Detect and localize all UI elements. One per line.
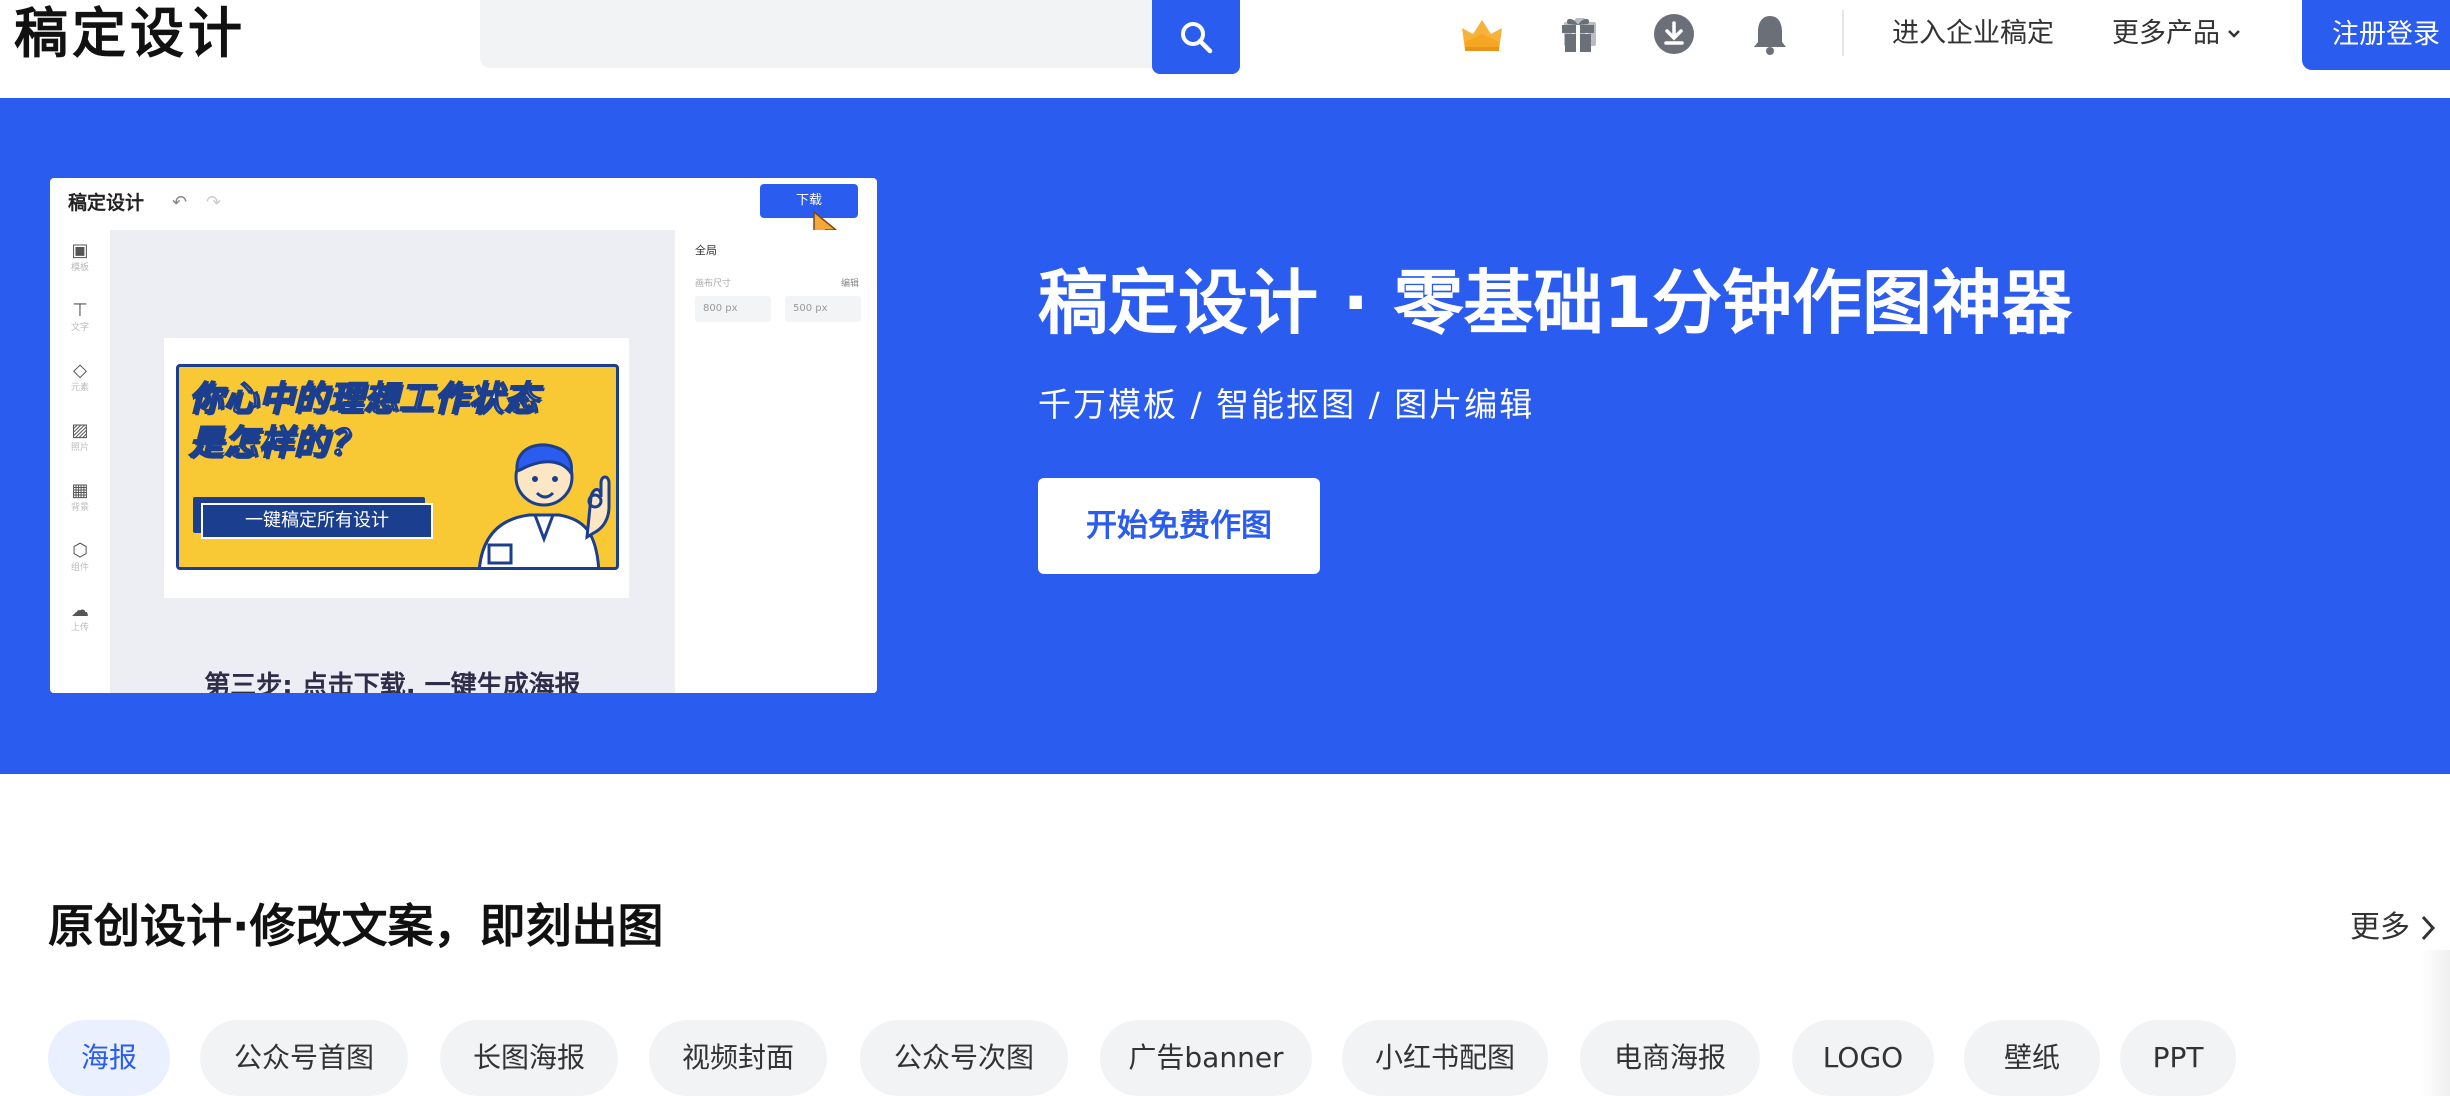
- tag-wechat-secondary[interactable]: 公众号次图: [860, 1020, 1068, 1096]
- panel-heading: 全局: [695, 244, 717, 257]
- more-products-label: 更多产品: [2112, 18, 2220, 49]
- shapes-icon: ◇: [73, 360, 87, 381]
- redo-icon: ↷: [206, 192, 222, 213]
- more-label: 更多: [2350, 910, 2410, 945]
- tag-video-cover[interactable]: 视频封面: [649, 1020, 827, 1096]
- poster-button: 一键稿定所有设计: [201, 503, 433, 539]
- step-caption: 第三步: 点击下载, 一键生成海报: [204, 671, 581, 693]
- tag-logo[interactable]: LOGO: [1792, 1020, 1934, 1096]
- vip-crown-icon[interactable]: [1458, 10, 1506, 58]
- tag-xiaohongshu[interactable]: 小红书配图: [1342, 1020, 1548, 1096]
- sidebar-item-component: ⬡ 组件: [50, 540, 110, 574]
- tag-wallpaper[interactable]: 壁纸: [1964, 1020, 2100, 1096]
- sidebar-item-photo: ▨ 照片: [50, 420, 110, 454]
- mockup-canvas: 你心中的理想工作状态 是怎样的？ 一键稿定所有设计 第三步: 点击下载, 一键生…: [110, 230, 675, 693]
- more-products-dropdown[interactable]: 更多产品: [2112, 14, 2242, 54]
- character-illustration: [459, 427, 616, 567]
- search-icon: [1181, 22, 1213, 54]
- download-icon[interactable]: [1650, 10, 1698, 58]
- section-title: 原创设计·修改文案，即刻出图: [48, 899, 664, 953]
- search-input[interactable]: [500, 10, 1060, 58]
- section-more-link[interactable]: 更多: [2350, 906, 2436, 950]
- tag-ecommerce-poster[interactable]: 电商海报: [1580, 1020, 1760, 1096]
- site-logo[interactable]: 稿定设计: [14, 2, 246, 66]
- hero-banner: 稿定设计 ↶ ↷ 下载 ▣ 模板 ⊤ 文字 ◇ 元素 ▨ 照片 ▦ 背景 ⬡ 组件 ☁ 上传 …: [0, 98, 2450, 774]
- editor-mockup: 稿定设计 ↶ ↷ 下载 ▣ 模板 ⊤ 文字 ◇ 元素 ▨ 照片 ▦ 背景 ⬡ 组件 ☁ 上传 …: [50, 178, 877, 693]
- upload-cloud-icon: ☁: [71, 600, 89, 621]
- layout-icon: ▣: [71, 240, 89, 261]
- sidebar-item-template: ▣ 模板: [50, 240, 110, 274]
- bell-icon[interactable]: [1746, 10, 1794, 58]
- search-bar: [480, 0, 1596, 68]
- panel-size-label: 画布尺寸: [695, 279, 732, 289]
- tag-ad-banner[interactable]: 广告banner: [1100, 1020, 1312, 1096]
- cube-icon: ⬡: [72, 540, 88, 561]
- sidebar-item-elements: ◇ 元素: [50, 360, 110, 394]
- sidebar-item-upload: ☁ 上传: [50, 600, 110, 634]
- width-field: 800 px: [695, 296, 771, 322]
- poster-frame: 你心中的理想工作状态 是怎样的？ 一键稿定所有设计: [164, 338, 629, 598]
- hero-subtitle: 千万模板 / 智能抠图 / 图片编辑: [1038, 385, 1535, 424]
- tag-ppt[interactable]: PPT: [2120, 1020, 2236, 1096]
- header-divider: [1842, 10, 1844, 56]
- undo-icon: ↶: [172, 192, 188, 213]
- sidebar-item-text: ⊤ 文字: [50, 300, 110, 334]
- chevron-down-icon: [2228, 30, 2240, 38]
- tag-poster[interactable]: 海报: [48, 1020, 170, 1096]
- start-free-design-button[interactable]: 开始免费作图: [1038, 478, 1320, 574]
- tag-long-poster[interactable]: 长图海报: [440, 1020, 618, 1096]
- mockup-sidebar: ▣ 模板 ⊤ 文字 ◇ 元素 ▨ 照片 ▦ 背景 ⬡ 组件 ☁ 上传: [50, 230, 110, 693]
- panel-edit-link: 编辑: [841, 279, 860, 289]
- sample-poster: 你心中的理想工作状态 是怎样的？ 一键稿定所有设计: [176, 364, 619, 570]
- height-field: 500 px: [785, 296, 861, 322]
- gift-icon[interactable]: [1554, 10, 1602, 58]
- top-header: 稿定设计 进入企业稿定 更多产品 注册登录: [0, 0, 2450, 98]
- login-register-button[interactable]: 注册登录: [2302, 0, 2450, 70]
- mockup-properties-panel: 全局 画布尺寸 编辑 800 px 500 px: [675, 230, 877, 693]
- image-icon: ▨: [71, 420, 89, 441]
- mockup-app-title: 稿定设计: [68, 192, 145, 214]
- background-icon: ▦: [71, 480, 89, 501]
- search-button[interactable]: [1152, 0, 1240, 74]
- enterprise-link[interactable]: 进入企业稿定: [1892, 14, 2054, 54]
- text-icon: ⊤: [72, 300, 88, 321]
- sidebar-item-background: ▦ 背景: [50, 480, 110, 514]
- tag-wechat-cover[interactable]: 公众号首图: [200, 1020, 408, 1096]
- hero-title: 稿定设计 · 零基础1分钟作图神器: [1038, 262, 2073, 344]
- chevron-right-icon: [2421, 915, 2436, 941]
- scroll-fade-edge: [2420, 950, 2450, 1096]
